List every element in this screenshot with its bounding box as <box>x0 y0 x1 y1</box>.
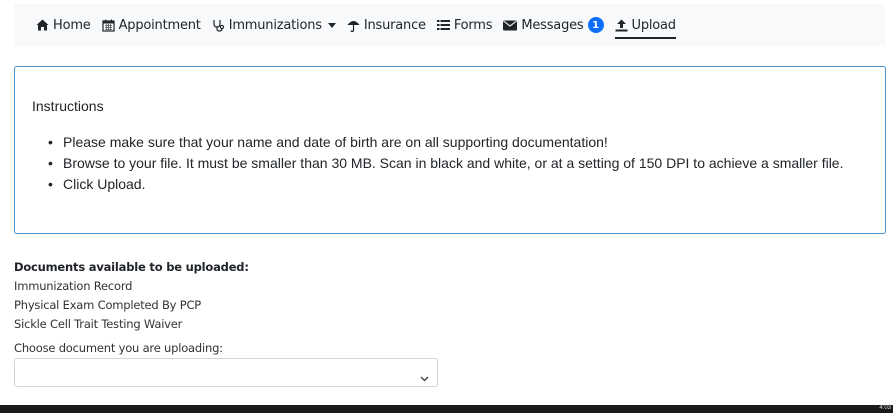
envelope-icon <box>503 20 518 31</box>
document-item: Immunization Record <box>14 279 133 293</box>
nav-appointment[interactable]: Appointment <box>101 4 201 46</box>
nav-messages[interactable]: Messages 1 <box>503 4 604 46</box>
instruction-item: Browse to your file. It must be smaller … <box>48 153 868 174</box>
calendar-icon <box>101 19 115 32</box>
nav-immunizations-label: Immunizations <box>228 17 322 33</box>
unread-count-badge: 1 <box>587 17 604 33</box>
list-icon <box>436 19 450 31</box>
nav-upload-label: Upload <box>631 17 677 33</box>
instructions-panel: Instructions Please make sure that your … <box>14 66 886 234</box>
nav-messages-label: Messages <box>521 17 584 33</box>
nav-insurance[interactable]: Insurance <box>347 4 426 46</box>
nav-forms-label: Forms <box>453 17 493 33</box>
document-type-select[interactable] <box>14 358 438 387</box>
choose-document-label: Choose document you are uploading: <box>14 341 223 355</box>
instruction-item: Click Upload. <box>48 174 868 195</box>
nav-insurance-label: Insurance <box>363 17 426 33</box>
chevron-down-icon <box>327 22 336 28</box>
documents-heading: Documents available to be uploaded: <box>14 260 249 274</box>
stethoscope-icon <box>212 19 225 32</box>
nav-appointment-label: Appointment <box>118 17 201 33</box>
home-icon <box>36 19 49 31</box>
documents-section: Documents available to be uploaded: Immu… <box>14 258 249 358</box>
instructions-list: Please make sure that your name and date… <box>48 132 868 195</box>
chevron-down-icon <box>420 369 429 387</box>
instructions-title: Instructions <box>32 98 104 114</box>
taskbar-clock: 4:03 <box>879 405 891 411</box>
nav-immunizations[interactable]: Immunizations <box>212 4 336 46</box>
nav-forms[interactable]: Forms <box>436 4 493 46</box>
top-navbar: Home Appointment Immunizations Insurance… <box>14 4 885 46</box>
document-item: Sickle Cell Trait Testing Waiver <box>14 317 183 331</box>
document-item: Physical Exam Completed By PCP <box>14 298 202 312</box>
nav-upload[interactable]: Upload <box>614 4 677 46</box>
upload-icon <box>615 19 628 32</box>
instruction-item: Please make sure that your name and date… <box>48 132 868 153</box>
nav-home[interactable]: Home <box>36 4 91 46</box>
umbrella-icon <box>347 19 360 32</box>
nav-home-label: Home <box>53 17 91 33</box>
os-taskbar: 4:03 <box>0 405 893 413</box>
